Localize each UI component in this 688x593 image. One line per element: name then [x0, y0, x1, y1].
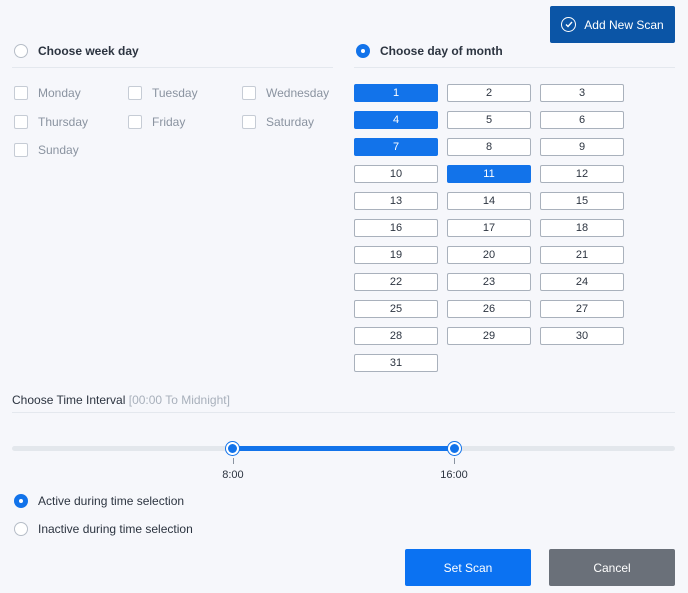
checkbox-label: Sunday — [38, 143, 79, 157]
checkbox-label: Wednesday — [266, 86, 330, 100]
checkbox-box — [14, 143, 28, 157]
inactive-during-selection-radio[interactable]: Inactive during time selection — [14, 522, 193, 536]
set-scan-button[interactable]: Set Scan — [405, 549, 531, 586]
day-button-11[interactable]: 11 — [447, 165, 531, 183]
checkbox-label: Friday — [152, 115, 186, 129]
active-during-selection-radio[interactable]: Active during time selection — [14, 494, 184, 508]
day-button-1[interactable]: 1 — [354, 84, 438, 102]
divider — [12, 412, 675, 413]
day-button-8[interactable]: 8 — [447, 138, 531, 156]
checkbox-label: Thursday — [38, 115, 89, 129]
month-day-radio-circle — [356, 44, 370, 58]
day-button-31[interactable]: 31 — [354, 354, 438, 372]
day-button-18[interactable]: 18 — [540, 219, 624, 237]
day-button-17[interactable]: 17 — [447, 219, 531, 237]
time-interval-label: Choose Time Interval — [12, 393, 126, 407]
checkbox-label: Tuesday — [152, 86, 198, 100]
day-button-9[interactable]: 9 — [540, 138, 624, 156]
checkbox-box — [242, 115, 256, 129]
day-button-4[interactable]: 4 — [354, 111, 438, 129]
day-button-28[interactable]: 28 — [354, 327, 438, 345]
checkbox-sunday[interactable]: Sunday — [14, 143, 79, 157]
day-button-12[interactable]: 12 — [540, 165, 624, 183]
start-tick — [232, 458, 234, 464]
day-button-6[interactable]: 6 — [540, 111, 624, 129]
choose-day-of-month-radio[interactable]: Choose day of month — [356, 44, 503, 58]
checkbox-box — [14, 86, 28, 100]
day-button-20[interactable]: 20 — [447, 246, 531, 264]
choose-week-day-radio[interactable]: Choose week day — [14, 44, 139, 58]
divider — [354, 67, 675, 68]
inactive-radio-circle — [14, 522, 28, 536]
day-button-2[interactable]: 2 — [447, 84, 531, 102]
day-button-19[interactable]: 19 — [354, 246, 438, 264]
day-button-27[interactable]: 27 — [540, 300, 624, 318]
day-button-16[interactable]: 16 — [354, 219, 438, 237]
inactive-label: Inactive during time selection — [38, 522, 193, 536]
day-button-13[interactable]: 13 — [354, 192, 438, 210]
time-interval-subtitle: [00:00 To Midnight] — [128, 393, 230, 407]
checkbox-box — [128, 115, 142, 129]
add-new-scan-label: Add New Scan — [584, 17, 664, 32]
active-label: Active during time selection — [38, 494, 185, 508]
day-button-21[interactable]: 21 — [540, 246, 624, 264]
cancel-button[interactable]: Cancel — [549, 549, 675, 586]
day-button-3[interactable]: 3 — [540, 84, 624, 102]
start-time-label: 8:00 — [222, 469, 244, 481]
day-button-30[interactable]: 30 — [540, 327, 624, 345]
day-button-26[interactable]: 26 — [447, 300, 531, 318]
checkbox-monday[interactable]: Monday — [14, 86, 81, 100]
week-day-radio-circle — [14, 44, 28, 58]
day-button-25[interactable]: 25 — [354, 300, 438, 318]
checkbox-box — [242, 86, 256, 100]
checkbox-wednesday[interactable]: Wednesday — [242, 86, 329, 100]
checkbox-box — [14, 115, 28, 129]
time-slider-start-handle[interactable] — [226, 442, 240, 455]
checkbox-label: Saturday — [266, 115, 315, 129]
time-interval-title: Choose Time Interval [00:00 To Midnight] — [12, 393, 230, 407]
day-button-10[interactable]: 10 — [354, 165, 438, 183]
day-button-15[interactable]: 15 — [540, 192, 624, 210]
divider — [12, 67, 333, 68]
day-button-29[interactable]: 29 — [447, 327, 531, 345]
check-circle-icon — [561, 17, 577, 32]
checkbox-thursday[interactable]: Thursday — [14, 115, 88, 129]
choose-week-day-label: Choose week day — [38, 44, 139, 58]
end-time-label: 16:00 — [440, 469, 468, 481]
time-slider-end-handle[interactable] — [447, 442, 461, 455]
active-radio-circle — [14, 494, 28, 508]
day-button-23[interactable]: 23 — [447, 273, 531, 291]
checkbox-label: Monday — [38, 86, 81, 100]
end-tick — [454, 458, 456, 464]
add-new-scan-button[interactable]: Add New Scan — [550, 6, 675, 43]
day-button-22[interactable]: 22 — [354, 273, 438, 291]
day-button-14[interactable]: 14 — [447, 192, 531, 210]
day-button-7[interactable]: 7 — [354, 138, 438, 156]
day-button-5[interactable]: 5 — [447, 111, 531, 129]
checkbox-box — [128, 86, 142, 100]
checkbox-saturday[interactable]: Saturday — [242, 115, 314, 129]
day-button-24[interactable]: 24 — [540, 273, 624, 291]
choose-day-of-month-label: Choose day of month — [380, 44, 503, 58]
time-slider-range — [232, 446, 454, 451]
checkbox-friday[interactable]: Friday — [128, 115, 185, 129]
checkbox-tuesday[interactable]: Tuesday — [128, 86, 198, 100]
